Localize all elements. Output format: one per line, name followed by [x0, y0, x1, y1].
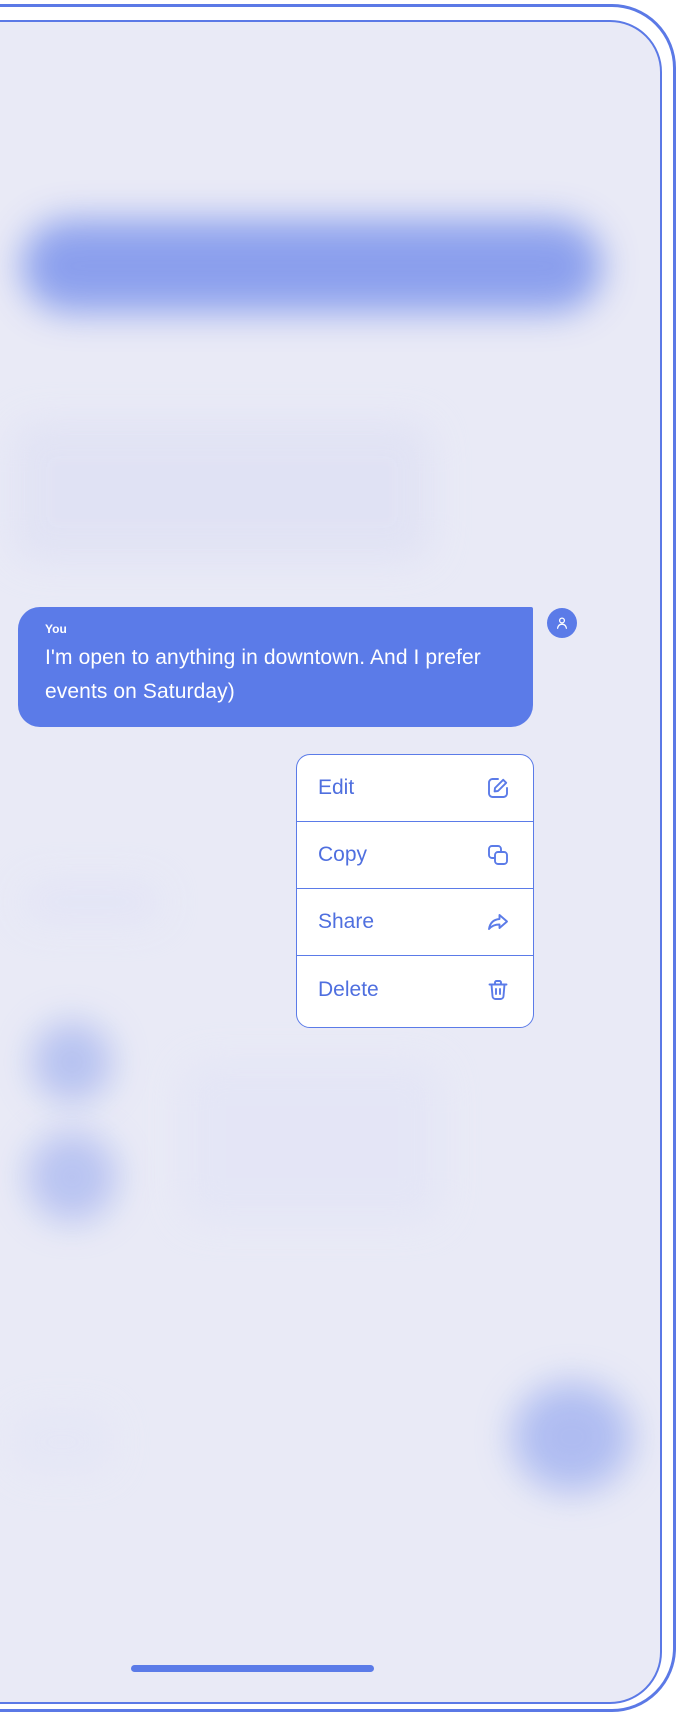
blurred-header [22, 220, 602, 312]
blurred-card [12, 422, 432, 562]
blurred-avatar-2 [27, 1132, 117, 1222]
message-sender: You [45, 622, 67, 636]
trash-icon [485, 977, 511, 1003]
copy-icon [485, 842, 511, 868]
menu-item-label: Share [318, 910, 375, 933]
user-avatar[interactable] [547, 608, 577, 638]
menu-item-delete[interactable]: Delete [297, 956, 533, 1023]
menu-item-label: Edit [318, 776, 355, 799]
menu-item-copy[interactable]: Copy [297, 822, 533, 889]
blurred-panel [182, 1062, 442, 1222]
blurred-input [12, 1412, 112, 1472]
menu-item-label: Delete [318, 977, 379, 1001]
message-bubble[interactable]: You I'm open to anything in downtown. An… [18, 607, 533, 727]
page: You I'm open to anything in downtown. An… [0, 0, 681, 1717]
menu-item-edit[interactable]: Edit [297, 755, 533, 822]
share-icon [485, 909, 511, 935]
blurred-send-button [512, 1382, 632, 1492]
menu-item-share[interactable]: Share [297, 889, 533, 956]
user-icon [556, 617, 568, 629]
blurred-avatar-1 [32, 1022, 112, 1102]
edit-icon [485, 775, 511, 801]
message-text: I'm open to anything in downtown. And I … [45, 646, 481, 703]
home-indicator[interactable] [131, 1665, 374, 1672]
blurred-strip [22, 882, 162, 922]
menu-item-label: Copy [318, 843, 368, 866]
context-menu: Edit Copy Share Delete [296, 754, 534, 1028]
